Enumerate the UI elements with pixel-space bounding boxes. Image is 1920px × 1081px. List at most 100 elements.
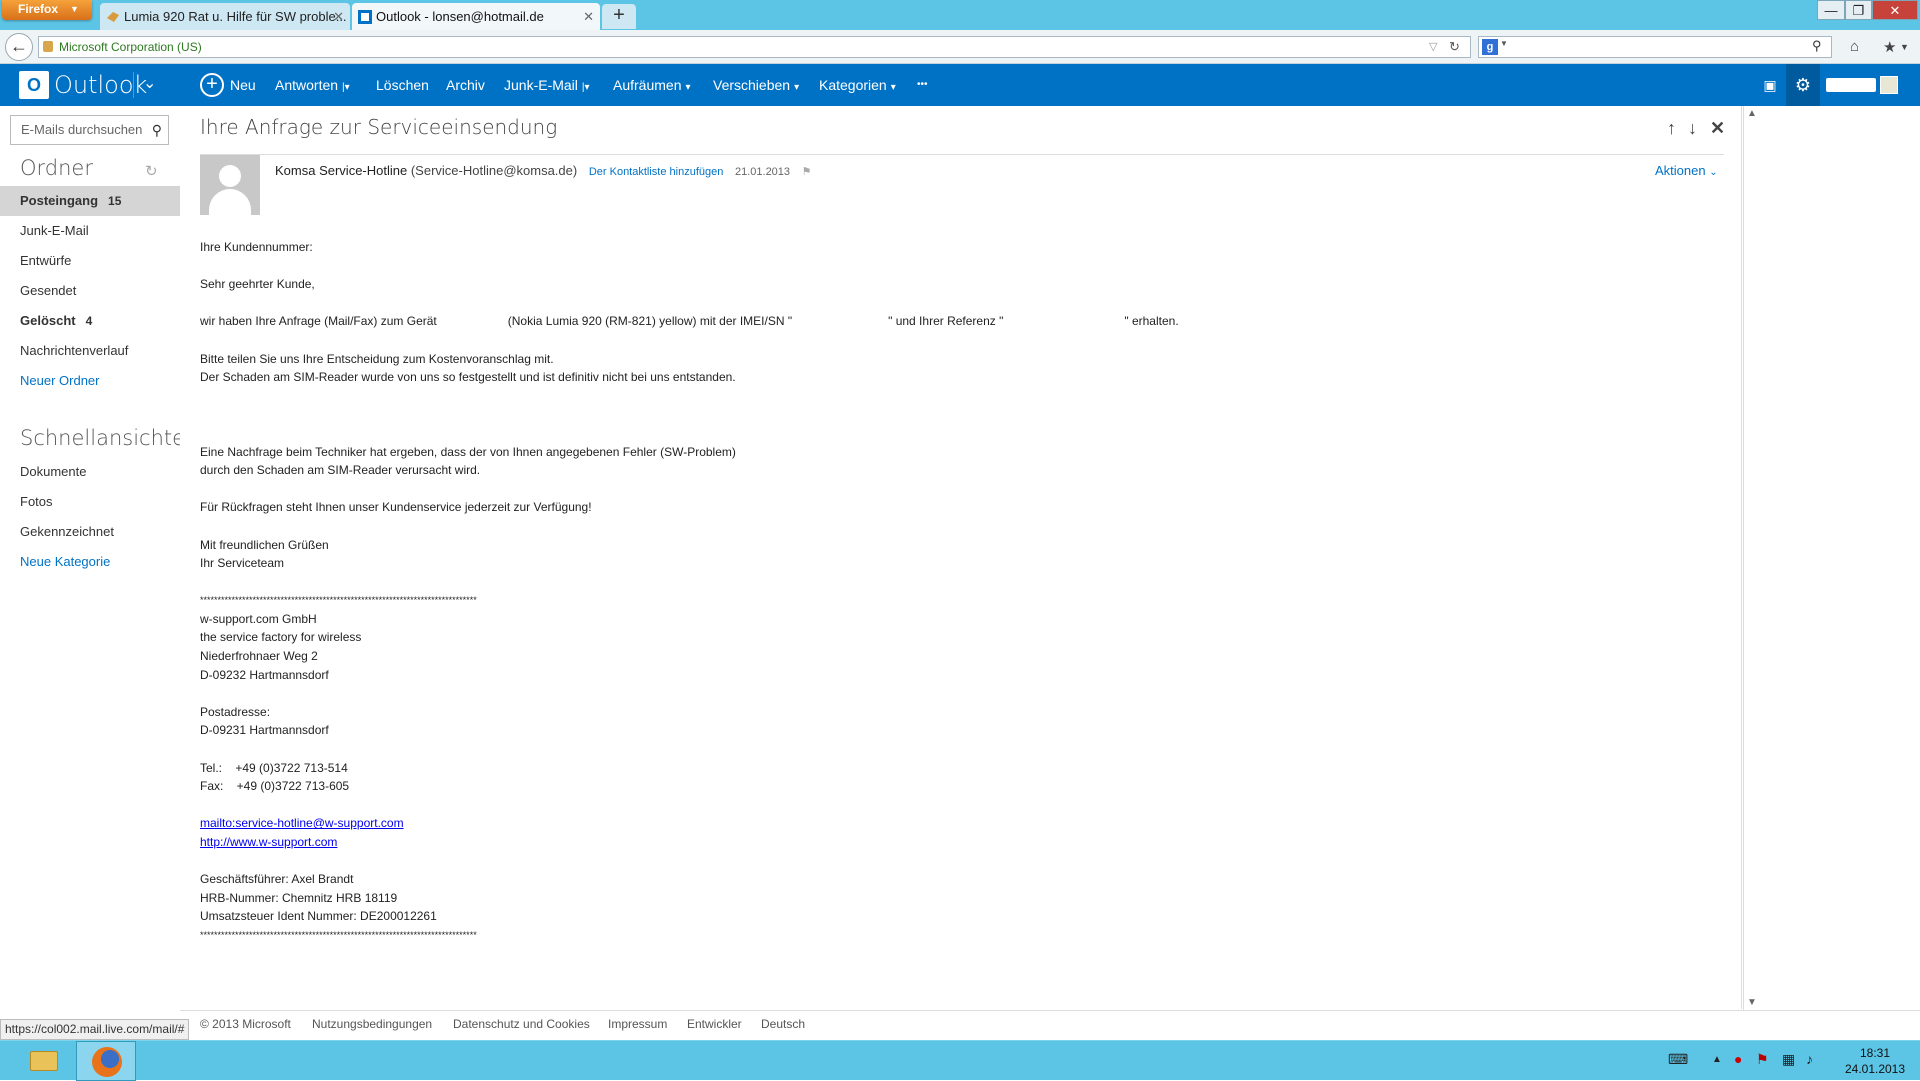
quickview-flagged[interactable]: Gekennzeichnet — [0, 517, 180, 547]
folder-drafts[interactable]: Entwürfe — [0, 246, 180, 276]
add-contact-link[interactable]: Der Kontaktliste hinzufügen — [589, 166, 724, 178]
mail-search-input[interactable]: E-Mails durchsuchen ⚲ — [10, 115, 169, 145]
actions-label: Aktionen — [1655, 163, 1706, 178]
new-folder-link[interactable]: Neuer Ordner — [0, 366, 180, 396]
body-line: Sehr geehrter Kunde, — [200, 277, 315, 292]
browser-tab-strip: Firefox ▼ Lumia 920 Rat u. Hilfe für SW p… — [0, 0, 1920, 30]
mailto-link-line: mailto:service-hotline@w-support.com — [200, 814, 1179, 833]
user-name-redacted[interactable] — [1826, 64, 1876, 106]
new-category-link[interactable]: Neue Kategorie — [0, 547, 180, 577]
archive-button[interactable]: Archiv — [446, 64, 485, 106]
magnifier-icon[interactable]: ⚲ — [1812, 38, 1822, 54]
new-button[interactable]: Neu — [230, 64, 256, 106]
scroll-down-icon[interactable]: ▼ — [1744, 997, 1760, 1008]
restore-window-button[interactable]: ❐ — [1845, 0, 1872, 20]
footer-link-privacy[interactable]: Datenschutz und Cookies — [453, 1011, 590, 1037]
junk-button[interactable]: Junk-E-Mail |▾ — [504, 64, 590, 106]
body-line: Der Schaden am SIM-Reader wurde von uns … — [200, 370, 736, 385]
website-link[interactable]: http://www.w-support.com — [200, 835, 337, 849]
search-bar[interactable]: g ▼ ⚲ — [1478, 36, 1832, 58]
close-icon[interactable]: ✕ — [1710, 118, 1725, 139]
delete-button[interactable]: Löschen — [376, 64, 429, 106]
app-switcher-chevron-icon[interactable]: ⌄ — [143, 73, 156, 93]
vertical-scrollbar[interactable]: ▲ ▼ — [1743, 106, 1760, 1010]
firefox-menu-button[interactable]: Firefox ▼ — [2, 0, 92, 20]
search-icon[interactable]: ⚲ — [152, 116, 162, 144]
folder-label: Junk-E-Mail — [20, 223, 89, 238]
security-alert-icon[interactable]: ● — [1734, 1051, 1742, 1067]
avatar[interactable] — [1880, 64, 1900, 106]
gear-icon[interactable]: ⚙ — [1786, 64, 1820, 106]
quickview-documents[interactable]: Dokumente — [0, 457, 180, 487]
chevron-down-icon[interactable]: ▼ — [1500, 39, 1508, 48]
body-line: Eine Nachfrage beim Techniker hat ergebe… — [200, 444, 736, 459]
more-commands-button[interactable]: ••• — [917, 64, 928, 106]
network-icon[interactable]: ▦ — [1782, 1051, 1795, 1068]
browser-navigation-bar: ← Microsoft Corporation (US) ▽ ↻ g ▼ ⚲ ⌂… — [0, 30, 1920, 64]
sweep-button[interactable]: Aufräumen ▾ — [613, 64, 691, 106]
footer-link-imprint[interactable]: Impressum — [608, 1011, 667, 1037]
flag-icon[interactable]: ⚑ — [802, 166, 812, 178]
folder-sent[interactable]: Gesendet — [0, 276, 180, 306]
system-clock[interactable]: 18:31 24.01.2013 — [1837, 1045, 1913, 1077]
file-explorer-taskbar-icon[interactable] — [12, 1041, 72, 1081]
arrow-up-icon[interactable]: ↑ — [1667, 118, 1676, 139]
bookmark-star-icon[interactable]: ▽ — [1429, 37, 1437, 57]
speaker-icon[interactable]: ♪ — [1806, 1051, 1813, 1067]
back-arrow-icon[interactable]: ← — [5, 33, 33, 61]
firefox-taskbar-icon[interactable] — [76, 1041, 136, 1081]
unread-count: 4 — [85, 314, 93, 328]
browser-tab-forum[interactable]: Lumia 920 Rat u. Hilfe für SW proble... … — [100, 3, 350, 30]
footer-link-language[interactable]: Deutsch — [761, 1011, 805, 1037]
refresh-icon[interactable]: ↻ — [145, 162, 158, 180]
mail-search-placeholder: E-Mails durchsuchen — [21, 122, 143, 137]
sender-name[interactable]: Komsa Service-Hotline — [275, 163, 407, 178]
header-divider — [133, 72, 134, 98]
plus-circle-icon[interactable]: + — [200, 73, 224, 97]
close-window-button[interactable]: ✕ — [1872, 0, 1918, 20]
minimize-window-button[interactable]: — — [1817, 0, 1845, 20]
bookmarks-menu-icon[interactable]: ★ — [1883, 38, 1896, 56]
actions-menu[interactable]: Aktionen ⌄ — [1655, 163, 1718, 178]
body-fragment: (Nokia Lumia 920 (RM-821) yellow) mit de… — [507, 314, 793, 329]
folder-label: Gesendet — [20, 283, 77, 298]
body-line: Für Rückfragen steht Ihnen unser Kundens… — [200, 500, 592, 515]
avatar-head-shape — [219, 165, 241, 187]
address-bar[interactable]: Microsoft Corporation (US) ▽ ↻ — [38, 36, 1471, 58]
body-line: Ihre Kundennummer: — [200, 240, 313, 254]
chevron-down-icon: ▾ — [794, 82, 800, 93]
action-center-icon[interactable]: ⚑ — [1756, 1051, 1769, 1068]
mailto-link[interactable]: mailto:service-hotline@w-support.com — [200, 816, 404, 830]
close-tab-icon[interactable]: ✕ — [333, 3, 344, 30]
company-line: D-09232 Hartmannsdorf — [200, 667, 329, 682]
messenger-icon[interactable]: ▣ — [1760, 64, 1780, 106]
body-fragment: " und Ihrer Referenz " — [888, 314, 1004, 329]
folder-history[interactable]: Nachrichtenverlauf — [0, 336, 180, 366]
reply-button[interactable]: Antworten |▾ — [275, 64, 350, 106]
scroll-up-icon[interactable]: ▲ — [1744, 108, 1760, 119]
categories-button[interactable]: Kategorien ▾ — [819, 64, 896, 106]
folder-icon — [30, 1051, 58, 1071]
copyright-text: © 2013 Microsoft — [200, 1017, 291, 1031]
sender-avatar — [200, 155, 260, 215]
chevron-down-icon[interactable]: ▼ — [1900, 42, 1909, 52]
reload-icon[interactable]: ↻ — [1449, 37, 1460, 57]
folder-junk[interactable]: Junk-E-Mail — [0, 216, 180, 246]
footer-link-terms[interactable]: Nutzungsbedingungen — [312, 1011, 432, 1037]
show-hidden-icons-icon[interactable]: ▲ — [1712, 1054, 1722, 1065]
browser-tab-outlook[interactable]: Outlook - lonsen@hotmail.de ✕ — [352, 3, 600, 30]
quickview-photos[interactable]: Fotos — [0, 487, 180, 517]
footer-link-developers[interactable]: Entwickler — [687, 1011, 742, 1037]
folder-label: Entwürfe — [20, 253, 72, 268]
home-icon[interactable]: ⌂ — [1850, 38, 1859, 55]
arrow-down-icon[interactable]: ↓ — [1688, 118, 1697, 139]
move-button[interactable]: Verschieben ▾ — [713, 64, 799, 106]
new-tab-button[interactable]: + — [602, 4, 636, 29]
status-bar-url: https://col002.mail.live.com/mail/# — [0, 1019, 190, 1040]
keyboard-icon[interactable]: ⌨ — [1668, 1051, 1688, 1068]
folder-deleted[interactable]: Gelöscht 4 — [0, 306, 180, 336]
site-identity[interactable]: Microsoft Corporation (US) — [43, 37, 202, 57]
folder-inbox[interactable]: Posteingang 15 — [0, 186, 180, 216]
close-tab-icon[interactable]: ✕ — [583, 3, 594, 30]
outlook-logo-icon[interactable]: O — [19, 71, 49, 99]
